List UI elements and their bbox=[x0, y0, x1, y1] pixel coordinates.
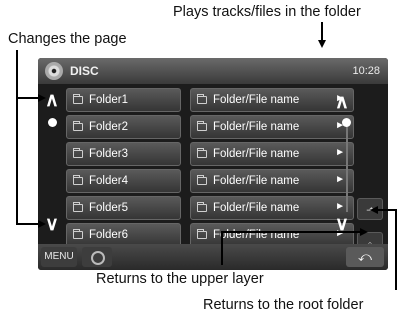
leader-root bbox=[376, 209, 397, 290]
leader-changes-bottom bbox=[16, 98, 40, 225]
callout-leader-lines bbox=[16, 22, 397, 290]
arrowhead-plays bbox=[318, 40, 326, 48]
arrowhead-changes-top bbox=[38, 94, 46, 102]
arrowhead-upper bbox=[360, 228, 368, 236]
leader-upper bbox=[221, 231, 362, 265]
arrowhead-root bbox=[370, 206, 378, 214]
leader-changes-top bbox=[16, 50, 40, 99]
arrowhead-changes-bottom bbox=[38, 220, 46, 228]
